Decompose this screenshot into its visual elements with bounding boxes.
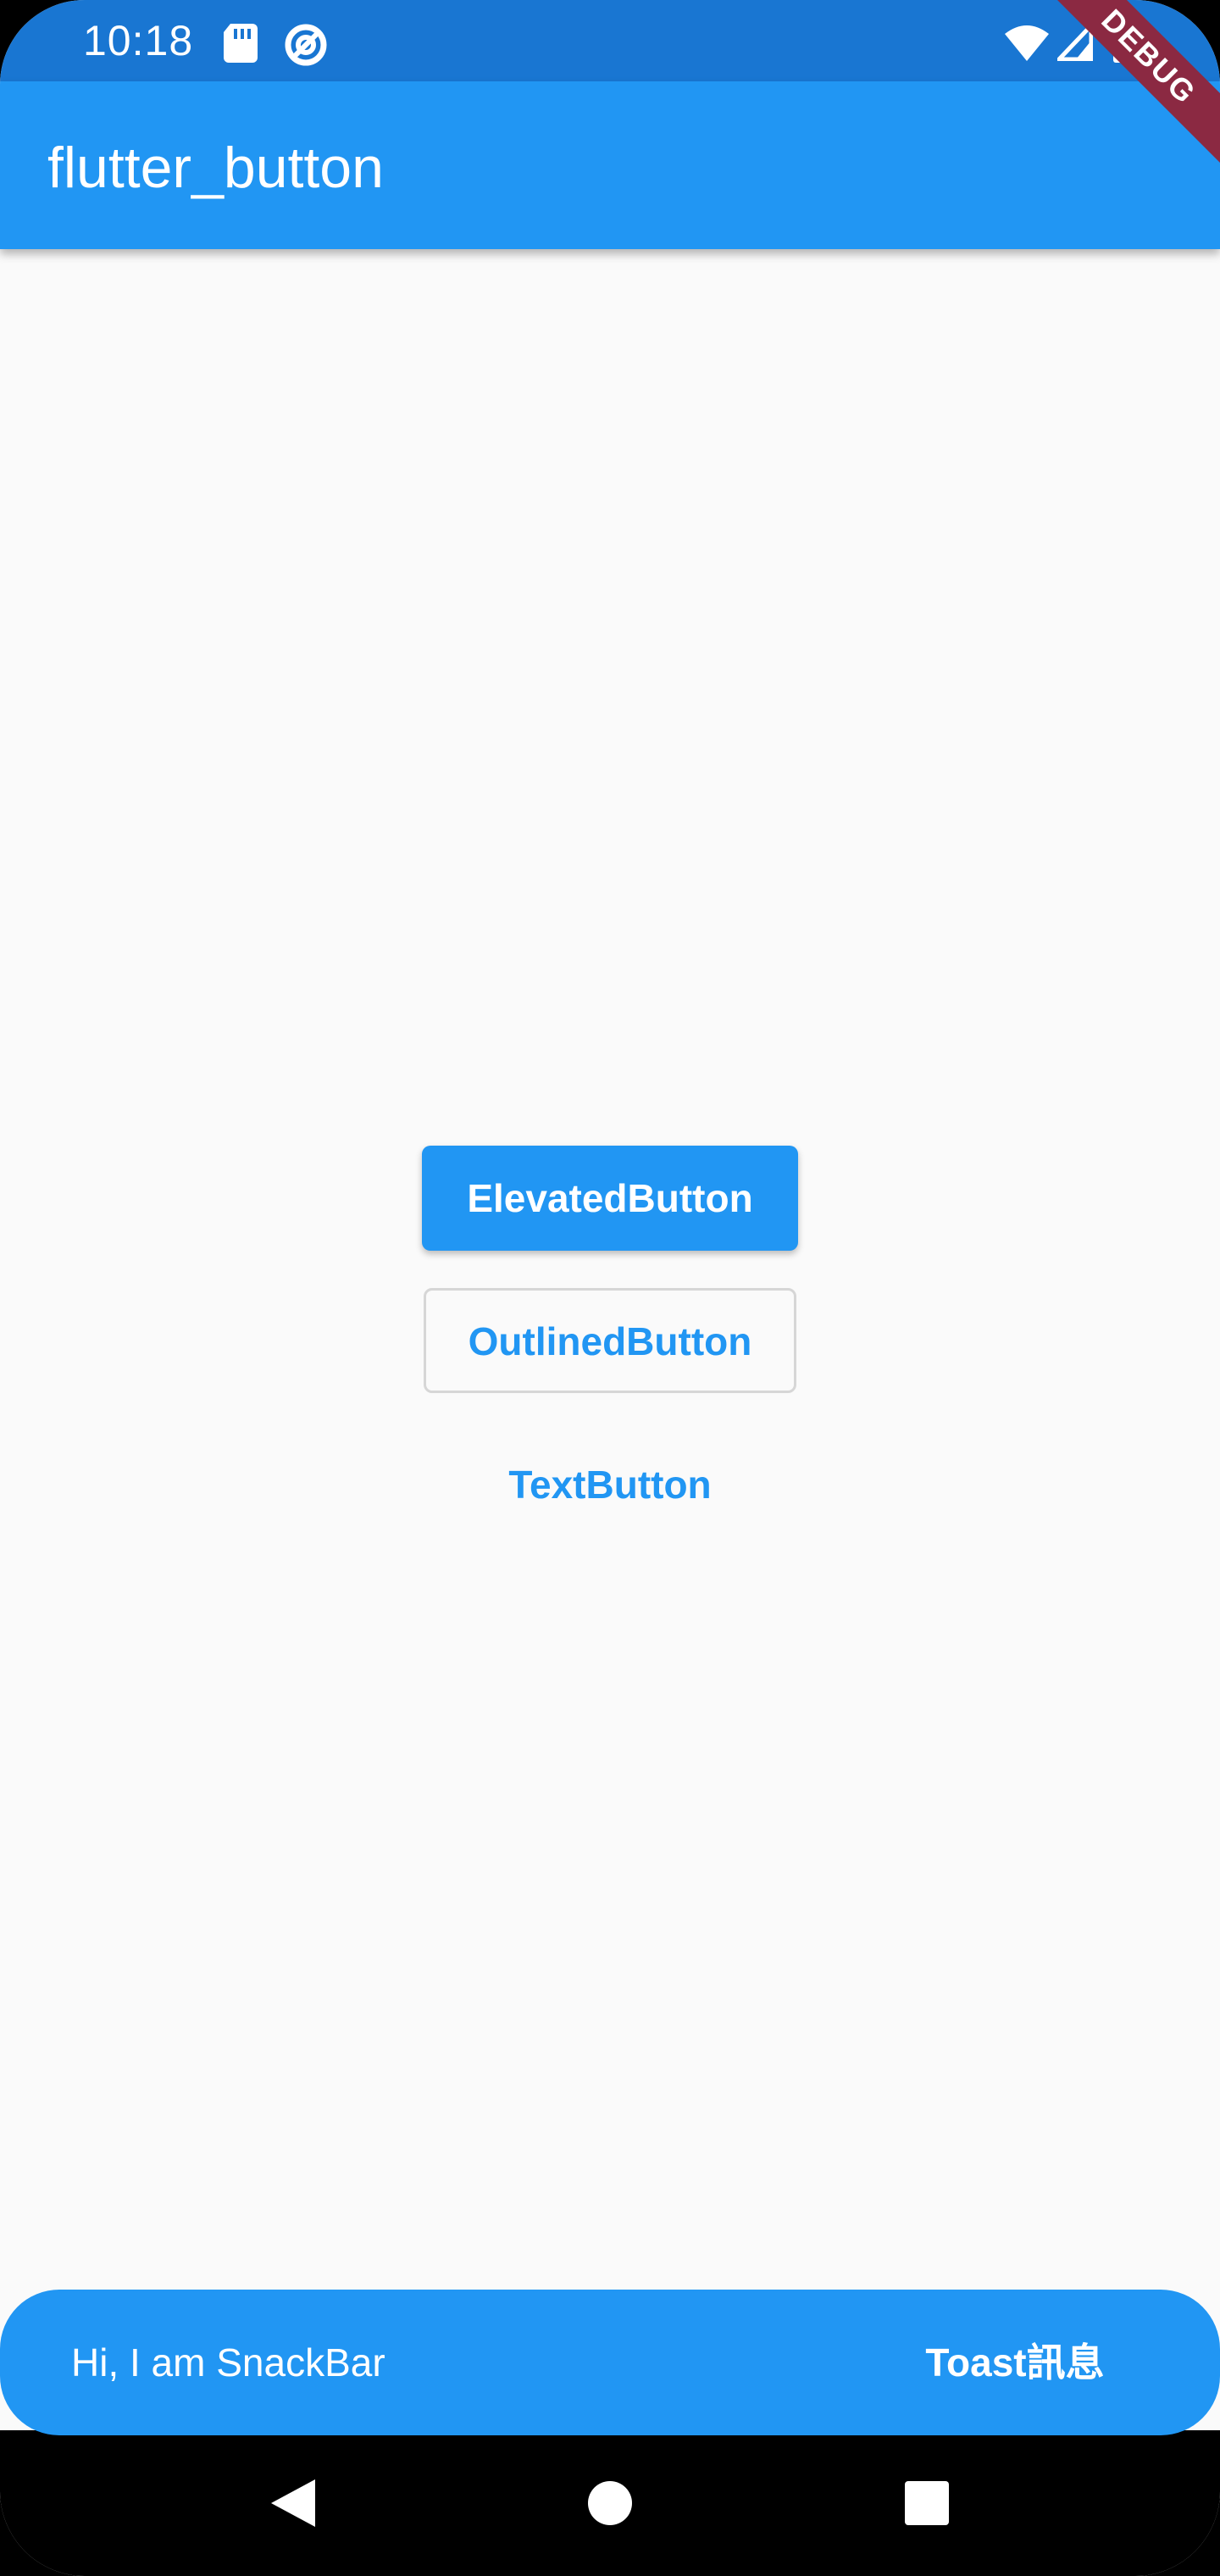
app-bar: flutter_button	[0, 81, 1220, 249]
sd-card-icon	[222, 22, 259, 67]
navigation-bar	[0, 2430, 1220, 2576]
text-button[interactable]: TextButton	[474, 1432, 746, 1537]
cell-signal-icon	[1054, 19, 1094, 65]
snackbar-action-button[interactable]: Toast訊息	[905, 2323, 1125, 2401]
battery-icon	[1113, 20, 1137, 67]
status-bar: 10:18	[0, 0, 1220, 81]
status-time: 10:18	[83, 17, 194, 64]
back-icon[interactable]	[241, 2452, 342, 2554]
wifi-icon	[1003, 24, 1051, 67]
device-screen: 10:18 DEBUG flutter_button ElevatedButto…	[0, 0, 1220, 2576]
elevated-button[interactable]: ElevatedButton	[422, 1146, 798, 1251]
app-title: flutter_button	[47, 136, 384, 200]
snackbar-message: Hi, I am SnackBar	[71, 2340, 385, 2384]
data-saver-icon	[283, 22, 329, 72]
outlined-button[interactable]: OutlinedButton	[424, 1288, 796, 1393]
home-icon[interactable]	[559, 2452, 661, 2554]
snackbar: Hi, I am SnackBar Toast訊息	[0, 2290, 1220, 2435]
recents-icon[interactable]	[876, 2452, 978, 2554]
